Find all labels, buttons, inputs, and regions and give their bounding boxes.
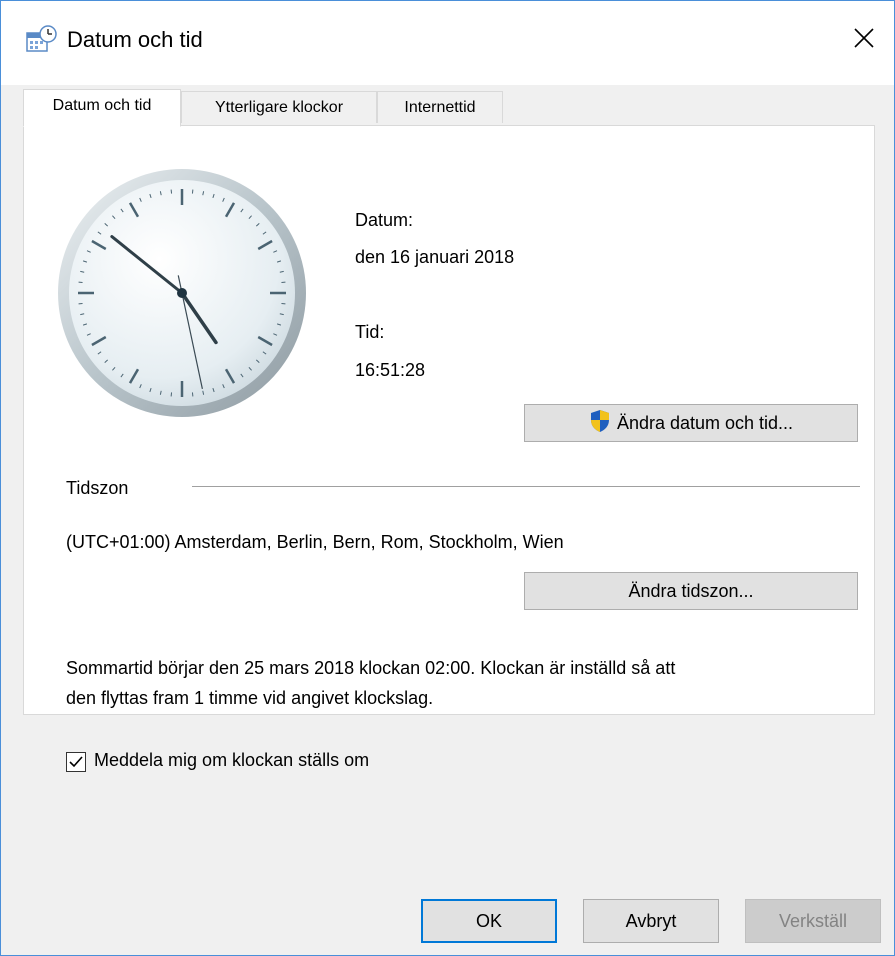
time-value: 16:51:28: [355, 360, 426, 380]
tab-date-time[interactable]: Datum och tid: [23, 89, 181, 127]
time-label: Tid:: [355, 322, 385, 342]
timezone-value: (UTC+01:00) Amsterdam, Berlin, Bern, Rom…: [66, 532, 564, 552]
window-title: Datum och tid: [67, 27, 203, 52]
notify-checkbox[interactable]: [66, 752, 86, 772]
change-date-time-button[interactable]: Ändra datum och tid...: [524, 404, 858, 442]
date-time-dialog: Datum och tid Datum och tid Ytterligare …: [0, 0, 895, 956]
analog-clock: [58, 169, 306, 417]
apply-button[interactable]: Verkställ: [745, 899, 881, 943]
dst-info-line-1: Sommartid börjar den 25 mars 2018 klocka…: [66, 658, 676, 678]
cancel-button[interactable]: Avbryt: [583, 899, 719, 943]
close-button[interactable]: [834, 1, 894, 79]
title-bar: Datum och tid: [1, 1, 894, 85]
date-value: den 16 januari 2018: [355, 247, 515, 267]
date-time-icon: [25, 23, 57, 55]
date-label: Datum:: [355, 210, 414, 230]
ok-button[interactable]: OK: [421, 899, 557, 943]
timezone-heading: Tidszon: [66, 478, 129, 498]
checkmark-icon: [67, 753, 85, 771]
dst-info-line-2: den flyttas fram 1 timme vid angivet klo…: [66, 688, 434, 708]
notify-label[interactable]: Meddela mig om klockan ställs om: [94, 750, 369, 771]
tab-internet-time[interactable]: Internettid: [377, 91, 503, 123]
timezone-divider: [192, 486, 860, 487]
uac-shield-icon: [589, 409, 611, 438]
change-timezone-button[interactable]: Ändra tidszon...: [524, 572, 858, 610]
tab-panel: Datum: den 16 januari 2018 Tid: 16:51:28…: [23, 125, 875, 772]
close-icon: [853, 27, 875, 54]
tab-additional-clocks[interactable]: Ytterligare klockor: [181, 91, 377, 123]
